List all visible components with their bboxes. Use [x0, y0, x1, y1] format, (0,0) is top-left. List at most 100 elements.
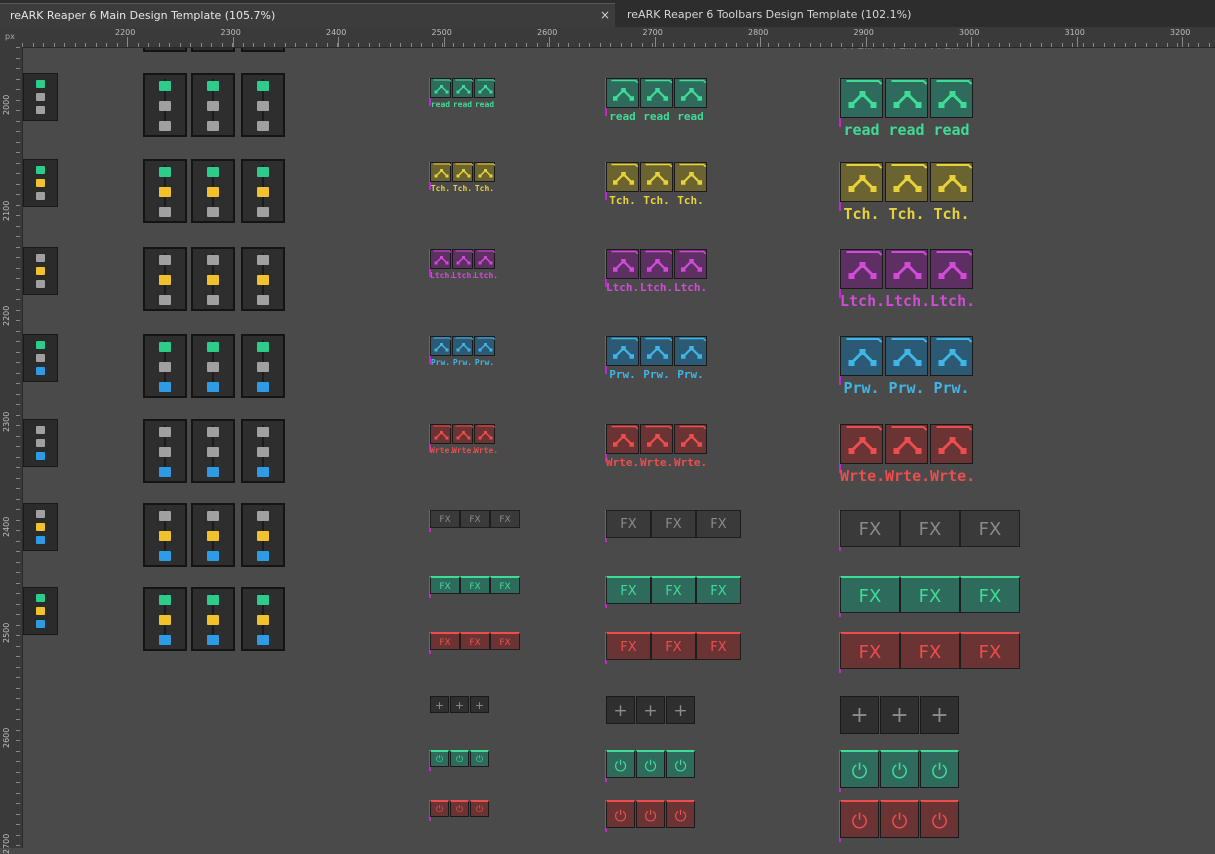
envelope-button-ltch[interactable]	[674, 249, 707, 279]
envelope-button-prw[interactable]	[885, 336, 928, 376]
fx-button-bypass[interactable]: FX	[900, 632, 960, 669]
fx-button-bypass[interactable]: FX	[430, 632, 460, 650]
envelope-button-tch[interactable]	[840, 162, 883, 202]
envelope-button-ltch[interactable]	[452, 249, 474, 269]
envelope-button-ltch[interactable]	[430, 249, 452, 269]
fx-button-bypass[interactable]: FX	[460, 632, 490, 650]
fx-button-bypass[interactable]: FX	[960, 632, 1020, 669]
envelope-button-ltch[interactable]	[930, 249, 973, 289]
envelope-button-prw[interactable]	[430, 336, 452, 356]
fx-button-on[interactable]: FX	[900, 576, 960, 613]
power-button-on[interactable]: ⏻	[666, 750, 695, 778]
envelope-button-prw[interactable]	[674, 336, 707, 366]
envelope-button-wrte[interactable]	[930, 424, 973, 464]
envelope-button-tch[interactable]	[474, 162, 496, 182]
add-button[interactable]: +	[666, 696, 695, 724]
power-button-on[interactable]: ⏻	[606, 750, 635, 778]
power-button-on[interactable]: ⏻	[450, 750, 469, 767]
power-button-off[interactable]: ⏻	[470, 800, 489, 817]
add-button[interactable]: +	[470, 696, 489, 713]
envelope-button-ltch[interactable]	[885, 249, 928, 289]
power-button-on[interactable]: ⏻	[636, 750, 665, 778]
envelope-button-prw[interactable]	[840, 336, 883, 376]
add-button[interactable]: +	[450, 696, 469, 713]
fx-button-bypass[interactable]: FX	[651, 632, 696, 660]
envelope-button-wrte[interactable]	[452, 424, 474, 444]
fx-button-bypass[interactable]: FX	[606, 632, 651, 660]
power-button-off[interactable]: ⏻	[920, 800, 959, 838]
fx-button-on[interactable]: FX	[960, 576, 1020, 613]
envelope-button-prw[interactable]	[474, 336, 496, 356]
envelope-button-tch[interactable]	[640, 162, 673, 192]
envelope-button-read[interactable]	[474, 78, 496, 98]
fx-button-bypass[interactable]: FX	[696, 632, 741, 660]
fx-button-on[interactable]: FX	[460, 576, 490, 594]
envelope-button-read[interactable]	[640, 78, 673, 108]
power-button-on[interactable]: ⏻	[430, 750, 449, 767]
power-button-off[interactable]: ⏻	[606, 800, 635, 828]
envelope-button-ltch[interactable]	[840, 249, 883, 289]
envelope-button-tch[interactable]	[885, 162, 928, 202]
envelope-button-read[interactable]	[840, 78, 883, 118]
fx-button-off[interactable]: FX	[960, 510, 1020, 547]
envelope-button-ltch[interactable]	[640, 249, 673, 279]
fx-button-on[interactable]: FX	[651, 576, 696, 604]
envelope-button-ltch[interactable]	[606, 249, 639, 279]
envelope-button-tch[interactable]	[930, 162, 973, 202]
power-button-off[interactable]: ⏻	[840, 800, 879, 838]
fx-button-off[interactable]: FX	[651, 510, 696, 538]
fx-button-off[interactable]: FX	[696, 510, 741, 538]
add-button[interactable]: +	[606, 696, 635, 724]
fx-button-off[interactable]: FX	[900, 510, 960, 547]
envelope-button-read[interactable]	[674, 78, 707, 108]
power-button-off[interactable]: ⏻	[880, 800, 919, 838]
power-button-on[interactable]: ⏻	[920, 750, 959, 788]
fx-button-off[interactable]: FX	[430, 510, 460, 528]
fx-button-off[interactable]: FX	[460, 510, 490, 528]
envelope-button-read[interactable]	[430, 78, 452, 98]
envelope-button-prw[interactable]	[606, 336, 639, 366]
envelope-button-prw[interactable]	[930, 336, 973, 376]
fx-button-on[interactable]: FX	[490, 576, 520, 594]
fx-button-on[interactable]: FX	[696, 576, 741, 604]
envelope-button-wrte[interactable]	[640, 424, 673, 454]
envelope-button-wrte[interactable]	[840, 424, 883, 464]
power-button-off[interactable]: ⏻	[450, 800, 469, 817]
fx-button-bypass[interactable]: FX	[840, 632, 900, 669]
power-button-on[interactable]: ⏻	[470, 750, 489, 767]
add-button[interactable]: +	[880, 696, 919, 734]
power-button-on[interactable]: ⏻	[880, 750, 919, 788]
power-button-off[interactable]: ⏻	[666, 800, 695, 828]
envelope-button-tch[interactable]	[606, 162, 639, 192]
horizontal-ruler[interactable]: 2200 2300 2400 2500 2600 2700 2800 2900 3000 3100…	[22, 27, 1215, 48]
power-button-on[interactable]: ⏻	[840, 750, 879, 788]
envelope-button-tch[interactable]	[452, 162, 474, 182]
fx-button-off[interactable]: FX	[840, 510, 900, 547]
envelope-button-read[interactable]	[885, 78, 928, 118]
add-button[interactable]: +	[840, 696, 879, 734]
envelope-button-prw[interactable]	[640, 336, 673, 366]
tab-toolbars-template[interactable]: reARK Reaper 6 Toolbars Design Template …	[617, 3, 1215, 27]
envelope-button-wrte[interactable]	[606, 424, 639, 454]
envelope-button-wrte[interactable]	[674, 424, 707, 454]
envelope-button-read[interactable]	[930, 78, 973, 118]
fx-button-off[interactable]: FX	[606, 510, 651, 538]
fx-button-on[interactable]: FX	[840, 576, 900, 613]
fx-button-on[interactable]: FX	[430, 576, 460, 594]
envelope-button-wrte[interactable]	[474, 424, 496, 444]
close-icon[interactable]: ×	[600, 4, 610, 27]
tab-main-template[interactable]: reARK Reaper 6 Main Design Template (105…	[0, 3, 615, 27]
envelope-button-wrte[interactable]	[430, 424, 452, 444]
add-button[interactable]: +	[430, 696, 449, 713]
design-canvas[interactable]: TrimTrimTrimTrimTrimreadreadreadreadread…	[23, 48, 1215, 848]
vertical-ruler[interactable]: 2000 2100 2200 2300 2400 2500 2600 2700	[0, 47, 23, 854]
add-button[interactable]: +	[920, 696, 959, 734]
power-button-off[interactable]: ⏻	[636, 800, 665, 828]
fx-button-bypass[interactable]: FX	[490, 632, 520, 650]
envelope-button-ltch[interactable]	[474, 249, 496, 269]
power-button-off[interactable]: ⏻	[430, 800, 449, 817]
envelope-button-tch[interactable]	[674, 162, 707, 192]
add-button[interactable]: +	[636, 696, 665, 724]
fx-button-off[interactable]: FX	[490, 510, 520, 528]
envelope-button-read[interactable]	[452, 78, 474, 98]
